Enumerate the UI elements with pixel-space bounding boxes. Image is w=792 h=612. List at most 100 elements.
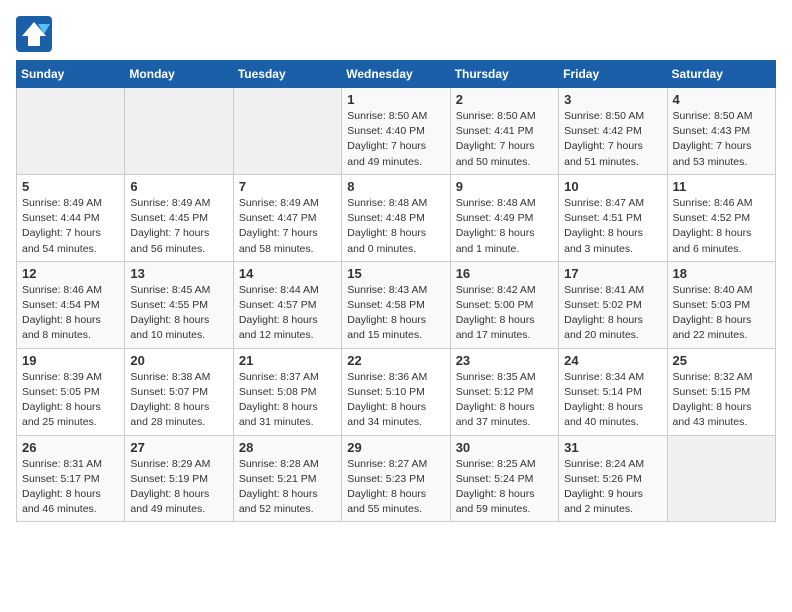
day-info: Sunrise: 8:46 AM Sunset: 4:52 PM Dayligh… (673, 196, 770, 257)
day-number: 30 (456, 440, 553, 455)
day-info: Sunrise: 8:40 AM Sunset: 5:03 PM Dayligh… (673, 283, 770, 344)
calendar-week-row: 5Sunrise: 8:49 AM Sunset: 4:44 PM Daylig… (17, 174, 776, 261)
weekday-header-sunday: Sunday (17, 61, 125, 88)
day-number: 10 (564, 179, 661, 194)
calendar-cell: 26Sunrise: 8:31 AM Sunset: 5:17 PM Dayli… (17, 435, 125, 522)
day-info: Sunrise: 8:43 AM Sunset: 4:58 PM Dayligh… (347, 283, 444, 344)
weekday-header-row: SundayMondayTuesdayWednesdayThursdayFrid… (17, 61, 776, 88)
calendar-cell: 4 Sunrise: 8:50 AM Sunset: 4:43 PM Daylig… (667, 88, 775, 175)
day-number: 15 (347, 266, 444, 281)
day-info: Sunrise: 8:49 AM Sunset: 4:44 PM Dayligh… (22, 196, 119, 257)
day-number: 20 (130, 353, 227, 368)
calendar-cell: 1 Sunrise: 8:50 AM Sunset: 4:40 PM Daylig… (342, 88, 450, 175)
day-number: 28 (239, 440, 336, 455)
calendar-cell: 23 Sunrise: 8:35 AM Sunset: 5:12 PM Dayli… (450, 348, 558, 435)
calendar-cell: 25 Sunrise: 8:32 AM Sunset: 5:15 PM Dayli… (667, 348, 775, 435)
day-number: 17 (564, 266, 661, 281)
day-info: Sunrise: 8:38 AM Sunset: 5:07 PM Dayligh… (130, 370, 227, 431)
calendar-cell: 21 Sunrise: 8:37 AM Sunset: 5:08 PM Dayli… (233, 348, 341, 435)
calendar-cell: 2Sunrise: 8:50 AM Sunset: 4:41 PM Daylig… (450, 88, 558, 175)
calendar-cell (17, 88, 125, 175)
calendar-cell: 18 Sunrise: 8:40 AM Sunset: 5:03 PM Dayli… (667, 261, 775, 348)
weekday-header-monday: Monday (125, 61, 233, 88)
day-info: Sunrise: 8:32 AM Sunset: 5:15 PM Dayligh… (673, 370, 770, 431)
day-number: 13 (130, 266, 227, 281)
calendar-cell: 3 Sunrise: 8:50 AM Sunset: 4:42 PM Daylig… (559, 88, 667, 175)
day-number: 3 (564, 92, 661, 107)
day-info: Sunrise: 8:49 AM Sunset: 4:45 PM Dayligh… (130, 196, 227, 257)
day-number: 18 (673, 266, 770, 281)
day-number: 11 (673, 179, 770, 194)
calendar-body: 1 Sunrise: 8:50 AM Sunset: 4:40 PM Daylig… (17, 88, 776, 522)
day-info: Sunrise: 8:50 AM Sunset: 4:41 PM Dayligh… (456, 109, 553, 170)
day-number: 7 (239, 179, 336, 194)
day-info: Sunrise: 8:46 AM Sunset: 4:54 PM Dayligh… (22, 283, 119, 344)
calendar-cell (233, 88, 341, 175)
day-info: Sunrise: 8:31 AM Sunset: 5:17 PM Dayligh… (22, 457, 119, 518)
calendar-cell: 20 Sunrise: 8:38 AM Sunset: 5:07 PM Dayli… (125, 348, 233, 435)
weekday-header-wednesday: Wednesday (342, 61, 450, 88)
calendar-cell: 27 Sunrise: 8:29 AM Sunset: 5:19 PM Dayli… (125, 435, 233, 522)
day-info: Sunrise: 8:35 AM Sunset: 5:12 PM Dayligh… (456, 370, 553, 431)
calendar-cell: 13Sunrise: 8:45 AM Sunset: 4:55 PM Dayli… (125, 261, 233, 348)
weekday-header-friday: Friday (559, 61, 667, 88)
calendar-cell: 22 Sunrise: 8:36 AM Sunset: 5:10 PM Dayli… (342, 348, 450, 435)
calendar-cell: 19 Sunrise: 8:39 AM Sunset: 5:05 PM Dayli… (17, 348, 125, 435)
day-info: Sunrise: 8:29 AM Sunset: 5:19 PM Dayligh… (130, 457, 227, 518)
day-info: Sunrise: 8:50 AM Sunset: 4:40 PM Dayligh… (347, 109, 444, 170)
day-info: Sunrise: 8:50 AM Sunset: 4:42 PM Dayligh… (564, 109, 661, 170)
day-info: Sunrise: 8:34 AM Sunset: 5:14 PM Dayligh… (564, 370, 661, 431)
day-info: Sunrise: 8:36 AM Sunset: 5:10 PM Dayligh… (347, 370, 444, 431)
day-info: Sunrise: 8:25 AM Sunset: 5:24 PM Dayligh… (456, 457, 553, 518)
weekday-header-thursday: Thursday (450, 61, 558, 88)
day-number: 31 (564, 440, 661, 455)
day-info: Sunrise: 8:28 AM Sunset: 5:21 PM Dayligh… (239, 457, 336, 518)
day-number: 29 (347, 440, 444, 455)
day-number: 14 (239, 266, 336, 281)
day-info: Sunrise: 8:37 AM Sunset: 5:08 PM Dayligh… (239, 370, 336, 431)
calendar-header: SundayMondayTuesdayWednesdayThursdayFrid… (17, 61, 776, 88)
day-info: Sunrise: 8:48 AM Sunset: 4:48 PM Dayligh… (347, 196, 444, 257)
calendar-cell: 30 Sunrise: 8:25 AM Sunset: 5:24 PM Dayli… (450, 435, 558, 522)
day-info: Sunrise: 8:50 AM Sunset: 4:43 PM Dayligh… (673, 109, 770, 170)
calendar-cell: 11 Sunrise: 8:46 AM Sunset: 4:52 PM Dayli… (667, 174, 775, 261)
calendar-week-row: 1 Sunrise: 8:50 AM Sunset: 4:40 PM Daylig… (17, 88, 776, 175)
logo (16, 16, 56, 52)
calendar-cell: 12 Sunrise: 8:46 AM Sunset: 4:54 PM Dayli… (17, 261, 125, 348)
calendar-cell: 28 Sunrise: 8:28 AM Sunset: 5:21 PM Dayli… (233, 435, 341, 522)
day-info: Sunrise: 8:24 AM Sunset: 5:26 PM Dayligh… (564, 457, 661, 518)
calendar-cell (667, 435, 775, 522)
day-number: 9 (456, 179, 553, 194)
day-number: 19 (22, 353, 119, 368)
day-number: 1 (347, 92, 444, 107)
day-info: Sunrise: 8:41 AM Sunset: 5:02 PM Dayligh… (564, 283, 661, 344)
calendar-cell: 15 Sunrise: 8:43 AM Sunset: 4:58 PM Dayli… (342, 261, 450, 348)
day-number: 24 (564, 353, 661, 368)
calendar-week-row: 19 Sunrise: 8:39 AM Sunset: 5:05 PM Dayli… (17, 348, 776, 435)
day-number: 22 (347, 353, 444, 368)
page-header (16, 16, 776, 52)
day-info: Sunrise: 8:47 AM Sunset: 4:51 PM Dayligh… (564, 196, 661, 257)
calendar-cell: 16Sunrise: 8:42 AM Sunset: 5:00 PM Dayli… (450, 261, 558, 348)
calendar-cell: 7 Sunrise: 8:49 AM Sunset: 4:47 PM Daylig… (233, 174, 341, 261)
calendar-cell: 14Sunrise: 8:44 AM Sunset: 4:57 PM Dayli… (233, 261, 341, 348)
calendar-cell: 24 Sunrise: 8:34 AM Sunset: 5:14 PM Dayli… (559, 348, 667, 435)
day-number: 23 (456, 353, 553, 368)
calendar-cell (125, 88, 233, 175)
day-info: Sunrise: 8:27 AM Sunset: 5:23 PM Dayligh… (347, 457, 444, 518)
day-info: Sunrise: 8:49 AM Sunset: 4:47 PM Dayligh… (239, 196, 336, 257)
calendar-cell: 29 Sunrise: 8:27 AM Sunset: 5:23 PM Dayli… (342, 435, 450, 522)
day-number: 27 (130, 440, 227, 455)
calendar-cell: 17 Sunrise: 8:41 AM Sunset: 5:02 PM Dayli… (559, 261, 667, 348)
calendar-cell: 8Sunrise: 8:48 AM Sunset: 4:48 PM Daylig… (342, 174, 450, 261)
day-info: Sunrise: 8:39 AM Sunset: 5:05 PM Dayligh… (22, 370, 119, 431)
day-number: 4 (673, 92, 770, 107)
calendar-week-row: 26Sunrise: 8:31 AM Sunset: 5:17 PM Dayli… (17, 435, 776, 522)
day-number: 21 (239, 353, 336, 368)
calendar-cell: 31 Sunrise: 8:24 AM Sunset: 5:26 PM Dayli… (559, 435, 667, 522)
day-number: 25 (673, 353, 770, 368)
calendar-week-row: 12 Sunrise: 8:46 AM Sunset: 4:54 PM Dayli… (17, 261, 776, 348)
day-number: 12 (22, 266, 119, 281)
weekday-header-tuesday: Tuesday (233, 61, 341, 88)
day-info: Sunrise: 8:48 AM Sunset: 4:49 PM Dayligh… (456, 196, 553, 257)
